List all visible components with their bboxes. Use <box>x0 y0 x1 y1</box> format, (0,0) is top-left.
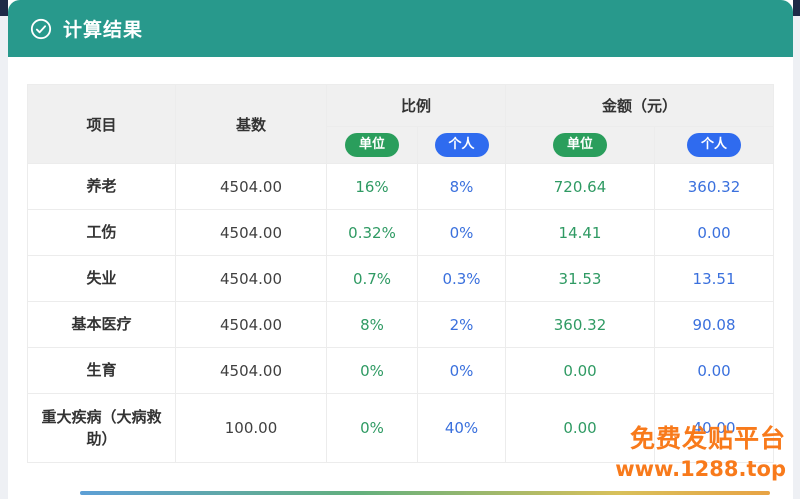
row-ratio-unit: 0.32% <box>327 210 418 256</box>
row-base-value: 4504.00 <box>176 302 327 348</box>
column-header-ratio-unit: 单位 <box>327 127 418 164</box>
row-base-value: 4504.00 <box>176 210 327 256</box>
row-ratio-unit: 0.7% <box>327 256 418 302</box>
column-header-amount-unit: 单位 <box>506 127 655 164</box>
row-ratio-person: 8% <box>418 164 506 210</box>
row-base-value: 100.00 <box>176 394 327 463</box>
row-amount-unit: 720.64 <box>506 164 655 210</box>
row-item-label: 生育 <box>28 348 176 394</box>
row-amount-unit: 0.00 <box>506 348 655 394</box>
unit-badge: 单位 <box>345 133 399 157</box>
table-row: 失业 4504.00 0.7% 0.3% 31.53 13.51 <box>28 256 774 302</box>
results-table: 项目 基数 比例 金额（元） 单位 个人 单位 个人 养老 4504.00 16… <box>27 84 774 463</box>
row-item-label: 失业 <box>28 256 176 302</box>
table-row: 生育 4504.00 0% 0% 0.00 0.00 <box>28 348 774 394</box>
row-item-label: 工伤 <box>28 210 176 256</box>
column-header-item: 项目 <box>28 85 176 164</box>
column-group-ratio: 比例 <box>327 85 506 127</box>
page-title: 计算结果 <box>63 15 143 42</box>
row-amount-person: 360.32 <box>655 164 774 210</box>
table-row: 基本医疗 4504.00 8% 2% 360.32 90.08 <box>28 302 774 348</box>
unit-badge: 单位 <box>553 133 607 157</box>
row-ratio-unit: 8% <box>327 302 418 348</box>
row-amount-unit: 31.53 <box>506 256 655 302</box>
row-ratio-unit: 16% <box>327 164 418 210</box>
row-amount-person: 13.51 <box>655 256 774 302</box>
row-ratio-person: 0% <box>418 348 506 394</box>
column-header-amount-person: 个人 <box>655 127 774 164</box>
person-badge: 个人 <box>687 133 741 157</box>
bottom-gradient-bar <box>80 491 770 495</box>
row-item-label: 养老 <box>28 164 176 210</box>
watermark-url[interactable]: www.1288.top <box>615 459 786 480</box>
check-circle-icon <box>30 18 52 40</box>
column-header-ratio-person: 个人 <box>418 127 506 164</box>
row-amount-person: 0.00 <box>655 210 774 256</box>
row-ratio-person: 0.3% <box>418 256 506 302</box>
row-amount-person: 0.00 <box>655 348 774 394</box>
watermark-text: 免费发贴平台 <box>615 426 786 451</box>
row-amount-unit: 14.41 <box>506 210 655 256</box>
row-item-label: 基本医疗 <box>28 302 176 348</box>
row-item-label: 重大疾病（大病救助） <box>28 394 176 463</box>
row-ratio-person: 2% <box>418 302 506 348</box>
table-row: 工伤 4504.00 0.32% 0% 14.41 0.00 <box>28 210 774 256</box>
row-amount-person: 90.08 <box>655 302 774 348</box>
row-ratio-person: 0% <box>418 210 506 256</box>
row-base-value: 4504.00 <box>176 348 327 394</box>
table-row: 养老 4504.00 16% 8% 720.64 360.32 <box>28 164 774 210</box>
row-base-value: 4504.00 <box>176 256 327 302</box>
results-table-container: 项目 基数 比例 金额（元） 单位 个人 单位 个人 养老 4504.00 16… <box>27 84 774 463</box>
person-badge: 个人 <box>435 133 489 157</box>
row-base-value: 4504.00 <box>176 164 327 210</box>
column-group-amount: 金额（元） <box>506 85 774 127</box>
column-header-base: 基数 <box>176 85 327 164</box>
result-card-header: 计算结果 <box>8 0 793 57</box>
row-amount-unit: 360.32 <box>506 302 655 348</box>
watermark: 免费发贴平台 www.1288.top <box>615 426 786 480</box>
row-ratio-unit: 0% <box>327 348 418 394</box>
row-ratio-person: 40% <box>418 394 506 463</box>
row-ratio-unit: 0% <box>327 394 418 463</box>
